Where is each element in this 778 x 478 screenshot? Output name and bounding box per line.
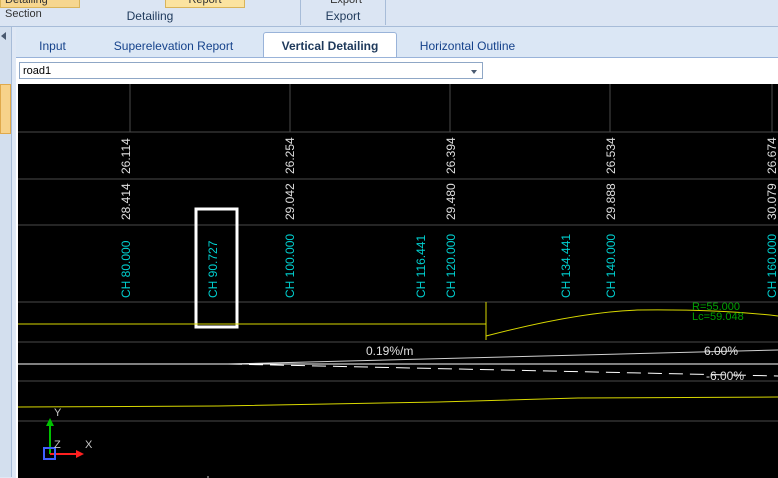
- grade-row: 0.19%/m 6.00%: [227, 344, 778, 365]
- level-mid-120: 29.480: [444, 183, 458, 220]
- level-top-160: 26.674: [765, 137, 778, 174]
- expand-arrow-icon[interactable]: [1, 32, 6, 40]
- chainage-134-441: CH 134.441: [559, 234, 573, 298]
- road-select-value: road1: [23, 65, 52, 77]
- superelevation-bottom-label: -6.00%: [706, 369, 744, 383]
- chainage-90-727: CH 90.727: [206, 240, 220, 298]
- tab-superelevation-report[interactable]: Superelevation Report: [106, 35, 241, 57]
- vertical-detailing-panel: road1 26.114 28.414 26.254 29.042 26.394…: [16, 57, 778, 478]
- tab-strip: Input Superelevation Report Vertical Det…: [16, 27, 778, 58]
- ribbon: Detailing Section Report Detailing Expor…: [0, 0, 778, 27]
- report-button[interactable]: Report: [165, 0, 245, 8]
- grade-label: 0.19%/m: [366, 344, 413, 358]
- ribbon-group-label-detailing: Detailing: [126, 9, 174, 23]
- drawing-canvas[interactable]: 26.114 28.414 26.254 29.042 26.394 29.48…: [18, 84, 778, 478]
- left-pane-selected-item[interactable]: [0, 84, 11, 134]
- level-mid-160: 30.079: [765, 183, 778, 220]
- tab-vertical-detailing[interactable]: Vertical Detailing: [263, 32, 397, 58]
- chainage-140: CH 140.000: [604, 234, 618, 298]
- horizontal-alignment-row: R=55.000 Lc=59.048: [18, 301, 778, 340]
- chainage-160: CH 160.000: [765, 234, 778, 298]
- detailing-section-button[interactable]: Detailing Section: [0, 0, 80, 20]
- main-area: Input Superelevation Report Vertical Det…: [16, 27, 778, 478]
- superelevation-row: -6.00%: [18, 363, 778, 383]
- ucs-axis-icon: Y Z X: [43, 407, 93, 460]
- chainage-116-441: CH 116.441: [414, 235, 428, 298]
- superelevation-top-label: 6.00%: [704, 344, 738, 358]
- ribbon-group-detailing: Detailing Section Report Detailing: [0, 0, 301, 25]
- level-top-120: 26.394: [444, 137, 458, 174]
- tab-horizontal-outline[interactable]: Horizontal Outline: [410, 35, 525, 57]
- curve-length-label: Lc=59.048: [692, 311, 744, 323]
- tab-input[interactable]: Input: [30, 35, 75, 57]
- chainage-80: CH 80.000: [119, 240, 133, 298]
- left-collapsed-pane[interactable]: [0, 27, 12, 477]
- chainage-labels: CH 80.000 CH 90.727 CH 100.000 CH 116.44…: [119, 234, 778, 298]
- profile-line: [18, 396, 778, 408]
- level-mid-140: 29.888: [604, 183, 618, 220]
- chainage-120: CH 120.000: [444, 234, 458, 298]
- level-top-140: 26.534: [604, 137, 618, 174]
- axis-x-label: X: [85, 439, 93, 451]
- ribbon-group-label-export: Export: [325, 9, 361, 23]
- axis-z-label: Z: [54, 439, 61, 451]
- dropdown-arrow-icon[interactable]: [471, 70, 477, 74]
- axis-y-label: Y: [54, 407, 62, 419]
- chainage-100: CH 100.000: [283, 234, 297, 298]
- level-mid-100: 29.042: [283, 183, 297, 220]
- road-select[interactable]: road1: [19, 62, 483, 79]
- ribbon-group-export: Export Export: [301, 0, 386, 25]
- level-mid-80: 28.414: [119, 183, 133, 220]
- export-button[interactable]: Export: [311, 0, 381, 8]
- vertical-detailing-drawing[interactable]: 26.114 28.414 26.254 29.042 26.394 29.48…: [18, 84, 778, 478]
- level-top-100: 26.254: [283, 137, 297, 174]
- level-top-80: 26.114: [119, 138, 133, 174]
